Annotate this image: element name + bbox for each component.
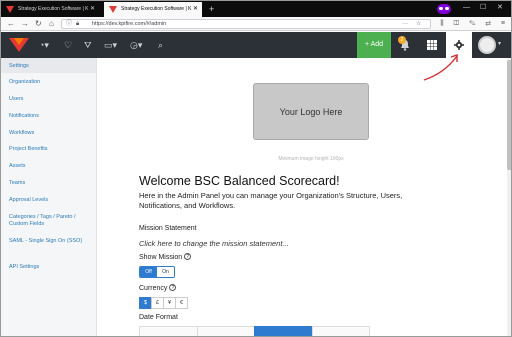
- dashboard-icon[interactable]: ◔▾: [39, 39, 49, 51]
- toggle-off-option[interactable]: Off: [140, 267, 157, 277]
- sidebar-item-notifications[interactable]: Notifications: [9, 113, 93, 120]
- kpifire-favicon-icon: [109, 6, 117, 13]
- close-tab-icon[interactable]: ✕: [90, 2, 95, 17]
- search-icon[interactable]: ⌕: [158, 39, 163, 51]
- date-format-option[interactable]: [196, 326, 255, 336]
- close-window-icon[interactable]: ✕: [497, 1, 503, 15]
- sidebar-item-users[interactable]: Users: [9, 96, 93, 103]
- help-icon[interactable]: ?: [169, 284, 177, 291]
- sidebar-item-organization[interactable]: Organization: [9, 79, 93, 86]
- kpifire-favicon-icon: [6, 6, 14, 13]
- show-mission-label: Show Mission?: [139, 253, 192, 261]
- currency-label-text: Currency: [139, 285, 168, 292]
- lightbulb-icon[interactable]: ♡: [64, 39, 72, 51]
- sidebar-item-categories[interactable]: Categories / Tags / Pareto / Custom Fiel…: [9, 214, 91, 228]
- sidebar-item-settings[interactable]: Settings: [9, 63, 93, 70]
- notification-badge: 2: [398, 36, 406, 44]
- logo-upload-placeholder[interactable]: Your Logo Here: [253, 83, 369, 140]
- apps-grid-icon[interactable]: [427, 40, 437, 50]
- browser-tab[interactable]: Strategy Execution Software | K ✕: [1, 2, 99, 17]
- admin-sidebar: Settings Organization Users Notification…: [1, 58, 97, 336]
- chevron-down-icon[interactable]: ▾: [498, 40, 501, 47]
- toolbar-icons[interactable]: ⫼ ◫ ✎ ⇄ ≡: [440, 18, 509, 30]
- minimize-icon[interactable]: —: [463, 1, 470, 15]
- bookmark-icon[interactable]: ☆: [416, 18, 421, 30]
- mission-statement-label: Mission Statement: [139, 225, 197, 232]
- close-tab-icon[interactable]: ✕: [193, 2, 198, 17]
- date-format-option[interactable]: [139, 326, 198, 336]
- address-bar[interactable]: ⓘ 🔒︎ https://dev.kpifire.com/#/admin ···…: [61, 19, 431, 29]
- page-actions-icon[interactable]: ···: [402, 18, 408, 30]
- new-tab-icon[interactable]: +: [209, 2, 214, 16]
- sidebar-item-api-settings[interactable]: API Settings: [9, 264, 93, 271]
- kpifire-logo-icon[interactable]: [9, 38, 29, 52]
- mission-statement-input[interactable]: Click here to change the mission stateme…: [139, 239, 289, 248]
- filter-icon[interactable]: ⛛: [84, 39, 92, 51]
- help-icon[interactable]: ?: [184, 253, 192, 260]
- show-mission-toggle: Off On: [139, 266, 175, 278]
- scrollbar-thumb[interactable]: [507, 60, 511, 170]
- browser-tab-active[interactable]: Strategy Execution Software | K ✕: [104, 2, 202, 17]
- page-scrollbar[interactable]: [507, 58, 511, 336]
- reload-icon[interactable]: ↻: [35, 18, 42, 30]
- logo-size-hint: Minimum image height 100px: [278, 156, 344, 162]
- mission-statement-label-text: Mission Statement: [139, 225, 197, 232]
- currency-selector: $ £ ¥ €: [139, 297, 188, 309]
- navigation-bar: ← → ↻ ⌂ ⓘ 🔒︎ https://dev.kpifire.com/#/a…: [1, 17, 511, 31]
- date-format-option-selected[interactable]: [254, 326, 313, 336]
- lock-icon[interactable]: 🔒︎: [76, 18, 79, 30]
- layout-icon[interactable]: ▭▾: [104, 39, 117, 51]
- tab-strip: Strategy Execution Software | K ✕ Strate…: [1, 1, 511, 17]
- sidebar-item-approval-levels[interactable]: Approval Levels: [9, 197, 93, 204]
- toggle-on-option[interactable]: On: [157, 267, 174, 277]
- date-format-selector: [139, 326, 370, 336]
- sidebar-item-assets[interactable]: Assets: [9, 163, 93, 170]
- intro-text: Here in the Admin Panel you can manage y…: [139, 191, 403, 210]
- sidebar-item-workflows[interactable]: Workflows: [9, 130, 93, 137]
- admin-main-panel: Your Logo Here Minimum image height 100p…: [97, 58, 511, 336]
- maximize-icon[interactable]: ☐: [480, 1, 486, 15]
- currency-label: Currency?: [139, 284, 177, 292]
- sidebar-item-saml[interactable]: SAML - Single Sign On (SSO): [9, 238, 89, 245]
- browser-window: Strategy Execution Software | K ✕ Strate…: [0, 0, 512, 337]
- page-title: Welcome BSC Balanced Scorecard!: [139, 174, 340, 188]
- back-icon[interactable]: ←: [7, 18, 15, 30]
- speedometer-icon[interactable]: ◶▾: [130, 39, 142, 51]
- annotation-arrow-icon: [423, 54, 458, 81]
- forward-icon[interactable]: →: [21, 18, 29, 30]
- date-format-label: Date Format: [139, 314, 178, 321]
- currency-option-euro[interactable]: €: [175, 297, 188, 309]
- tab-title: Strategy Execution Software | K: [121, 6, 192, 12]
- private-browsing-icon: [437, 4, 451, 14]
- show-mission-label-text: Show Mission: [139, 254, 183, 261]
- date-format-option[interactable]: [311, 326, 370, 336]
- sidebar-item-teams[interactable]: Teams: [9, 180, 93, 187]
- date-format-label-text: Date Format: [139, 314, 178, 321]
- tab-title: Strategy Execution Software | K: [18, 6, 89, 12]
- gear-icon: [454, 40, 464, 50]
- url-text: https://dev.kpifire.com/#/admin: [92, 21, 167, 27]
- info-icon[interactable]: ⓘ: [66, 18, 72, 30]
- avatar[interactable]: [478, 36, 496, 54]
- add-button[interactable]: + Add: [357, 32, 391, 58]
- sidebar-item-project-benefits[interactable]: Project Benefits: [9, 146, 93, 153]
- home-icon[interactable]: ⌂: [49, 18, 54, 30]
